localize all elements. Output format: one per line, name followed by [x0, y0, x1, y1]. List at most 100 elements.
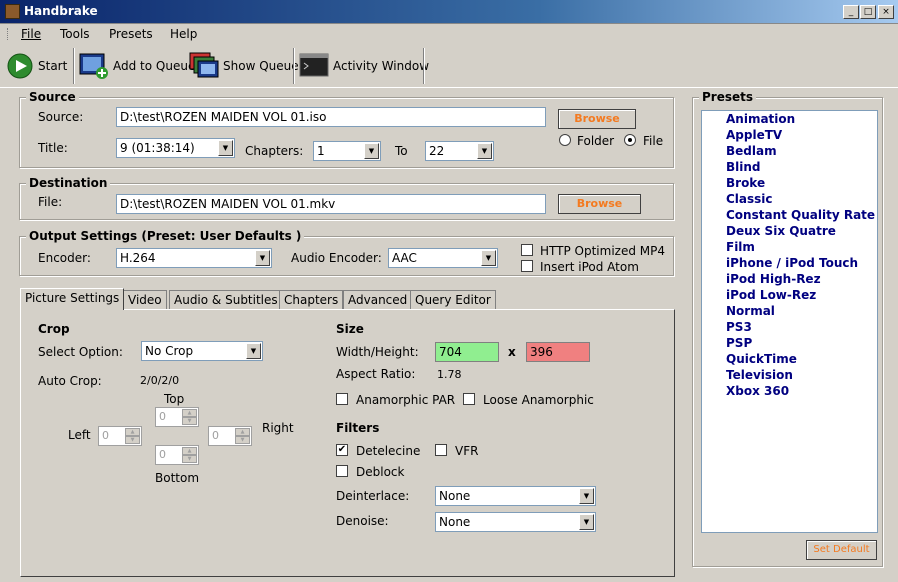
play-icon — [7, 53, 33, 79]
spin-down-icon[interactable]: ▼ — [182, 455, 197, 463]
preset-item[interactable]: AppleTV — [726, 128, 876, 144]
auto-crop-label: Auto Crop: — [38, 374, 102, 388]
source-browse-button[interactable]: Browse — [558, 109, 636, 129]
spin-down-icon[interactable]: ▼ — [182, 417, 197, 425]
denoise-select[interactable]: None ▼ — [435, 512, 596, 532]
detelecine-checkbox[interactable]: ✔ — [336, 444, 348, 456]
filters-heading: Filters — [336, 421, 380, 435]
chevron-down-icon[interactable]: ▼ — [481, 250, 496, 266]
preset-item[interactable]: Animation — [726, 112, 876, 128]
maximize-button[interactable]: □ — [860, 5, 876, 19]
preset-item[interactable]: iPod Low-Rez — [726, 288, 876, 304]
app-icon — [5, 4, 20, 19]
loose-anamorphic-checkbox[interactable] — [463, 393, 475, 405]
menu-help[interactable]: Help — [170, 27, 197, 41]
preset-item[interactable]: Constant Quality Rate — [726, 208, 876, 224]
spin-down-icon[interactable]: ▼ — [125, 436, 140, 444]
spin-down-icon[interactable]: ▼ — [235, 436, 250, 444]
crop-top-label: Top — [164, 392, 185, 406]
vfr-checkbox[interactable] — [435, 444, 447, 456]
ipod-atom-checkbox[interactable] — [521, 260, 533, 272]
crop-bottom-spinner[interactable]: 0 ▲ ▼ — [155, 445, 199, 465]
title-bar[interactable]: Handbrake _ □ × — [0, 0, 898, 24]
detelecine-label: Detelecine — [356, 444, 421, 458]
tab-picture-settings[interactable]: Picture Settings — [20, 288, 125, 310]
tab-query-editor[interactable]: Query Editor — [410, 290, 496, 310]
activity-window-button[interactable]: Activity Window — [299, 47, 429, 85]
preset-item[interactable]: Broke — [726, 176, 876, 192]
auto-crop-value: 2/0/2/0 — [140, 374, 180, 387]
menu-file[interactable]: File — [21, 27, 41, 41]
folder-label: Folder — [577, 134, 615, 148]
preset-item[interactable]: Deux Six Quatre — [726, 224, 876, 240]
size-heading: Size — [336, 322, 364, 336]
crop-right-spinner[interactable]: 0 ▲ ▼ — [208, 426, 252, 446]
chapter-start-select[interactable]: 1 ▼ — [313, 141, 381, 161]
preset-item[interactable]: Television — [726, 368, 876, 384]
folder-radio[interactable] — [559, 134, 571, 146]
deinterlace-select[interactable]: None ▼ — [435, 486, 596, 506]
tab-video[interactable]: Video — [123, 290, 167, 310]
chevron-down-icon[interactable]: ▼ — [579, 488, 594, 504]
spin-up-icon[interactable]: ▲ — [235, 428, 250, 436]
chevron-down-icon[interactable]: ▼ — [364, 143, 379, 159]
preset-item[interactable]: Film — [726, 240, 876, 256]
preset-item[interactable]: PSP — [726, 336, 876, 352]
http-optimized-checkbox[interactable] — [521, 244, 533, 256]
set-default-button[interactable]: Set Default — [806, 540, 877, 560]
preset-item[interactable]: iPod High-Rez — [726, 272, 876, 288]
to-label: To — [395, 144, 408, 158]
chevron-down-icon[interactable]: ▼ — [477, 143, 492, 159]
output-settings-legend: Output Settings (Preset: User Defaults ) — [26, 229, 305, 243]
destination-browse-button[interactable]: Browse — [558, 194, 641, 214]
preset-item[interactable]: Blind — [726, 160, 876, 176]
preset-item[interactable]: Classic — [726, 192, 876, 208]
crop-option-select[interactable]: No Crop ▼ — [141, 341, 263, 361]
aspect-ratio-value: 1.78 — [437, 368, 462, 381]
menu-presets[interactable]: Presets — [109, 27, 153, 41]
add-queue-icon — [79, 53, 108, 79]
menu-tools[interactable]: Tools — [60, 27, 90, 41]
toolbar-separator — [293, 48, 295, 84]
tab-audio-subtitles[interactable]: Audio & Subtitles — [169, 290, 283, 310]
chevron-down-icon[interactable]: ▼ — [255, 250, 270, 266]
preset-item[interactable]: PS3 — [726, 320, 876, 336]
width-input[interactable]: 704 — [435, 342, 499, 362]
close-button[interactable]: × — [878, 5, 894, 19]
preset-item[interactable]: QuickTime — [726, 352, 876, 368]
show-queue-label: Show Queue — [223, 59, 299, 73]
preset-item[interactable]: Xbox 360 — [726, 384, 876, 400]
add-queue-label: Add to Queue — [113, 59, 196, 73]
spin-up-icon[interactable]: ▲ — [182, 409, 197, 417]
destination-input[interactable]: D:\test\ROZEN MAIDEN VOL 01.mkv — [116, 194, 546, 214]
crop-left-spinner[interactable]: 0 ▲ ▼ — [98, 426, 142, 446]
spin-up-icon[interactable]: ▲ — [182, 447, 197, 455]
tab-advanced[interactable]: Advanced — [343, 290, 413, 310]
encoder-select[interactable]: H.264 ▼ — [116, 248, 272, 268]
chapter-end-select[interactable]: 22 ▼ — [425, 141, 494, 161]
anamorphic-par-checkbox[interactable] — [336, 393, 348, 405]
audio-encoder-select[interactable]: AAC ▼ — [388, 248, 498, 268]
file-radio[interactable] — [624, 134, 636, 146]
height-input[interactable]: 396 — [526, 342, 590, 362]
spin-up-icon[interactable]: ▲ — [125, 428, 140, 436]
show-queue-button[interactable]: Show Queue — [189, 47, 299, 85]
preset-item[interactable]: Bedlam — [726, 144, 876, 160]
chevron-down-icon[interactable]: ▼ — [218, 140, 233, 156]
tab-chapters[interactable]: Chapters — [279, 290, 344, 310]
deblock-checkbox[interactable] — [336, 465, 348, 477]
title-select[interactable]: 9 (01:38:14) ▼ — [116, 138, 235, 158]
http-optimized-label: HTTP Optimized MP4 — [540, 244, 665, 258]
start-button[interactable]: Start — [6, 47, 67, 85]
destination-legend: Destination — [26, 176, 111, 190]
source-input[interactable]: D:\test\ROZEN MAIDEN VOL 01.iso — [116, 107, 546, 127]
preset-item[interactable]: iPhone / iPod Touch — [726, 256, 876, 272]
preset-item[interactable]: Normal — [726, 304, 876, 320]
chevron-down-icon[interactable]: ▼ — [579, 514, 594, 530]
add-to-queue-button[interactable]: Add to Queue — [79, 47, 195, 85]
crop-top-spinner[interactable]: 0 ▲ ▼ — [155, 407, 199, 427]
chevron-down-icon[interactable]: ▼ — [246, 343, 261, 359]
crop-right-label: Right — [262, 421, 294, 435]
minimize-button[interactable]: _ — [843, 5, 859, 19]
vfr-label: VFR — [455, 444, 479, 458]
